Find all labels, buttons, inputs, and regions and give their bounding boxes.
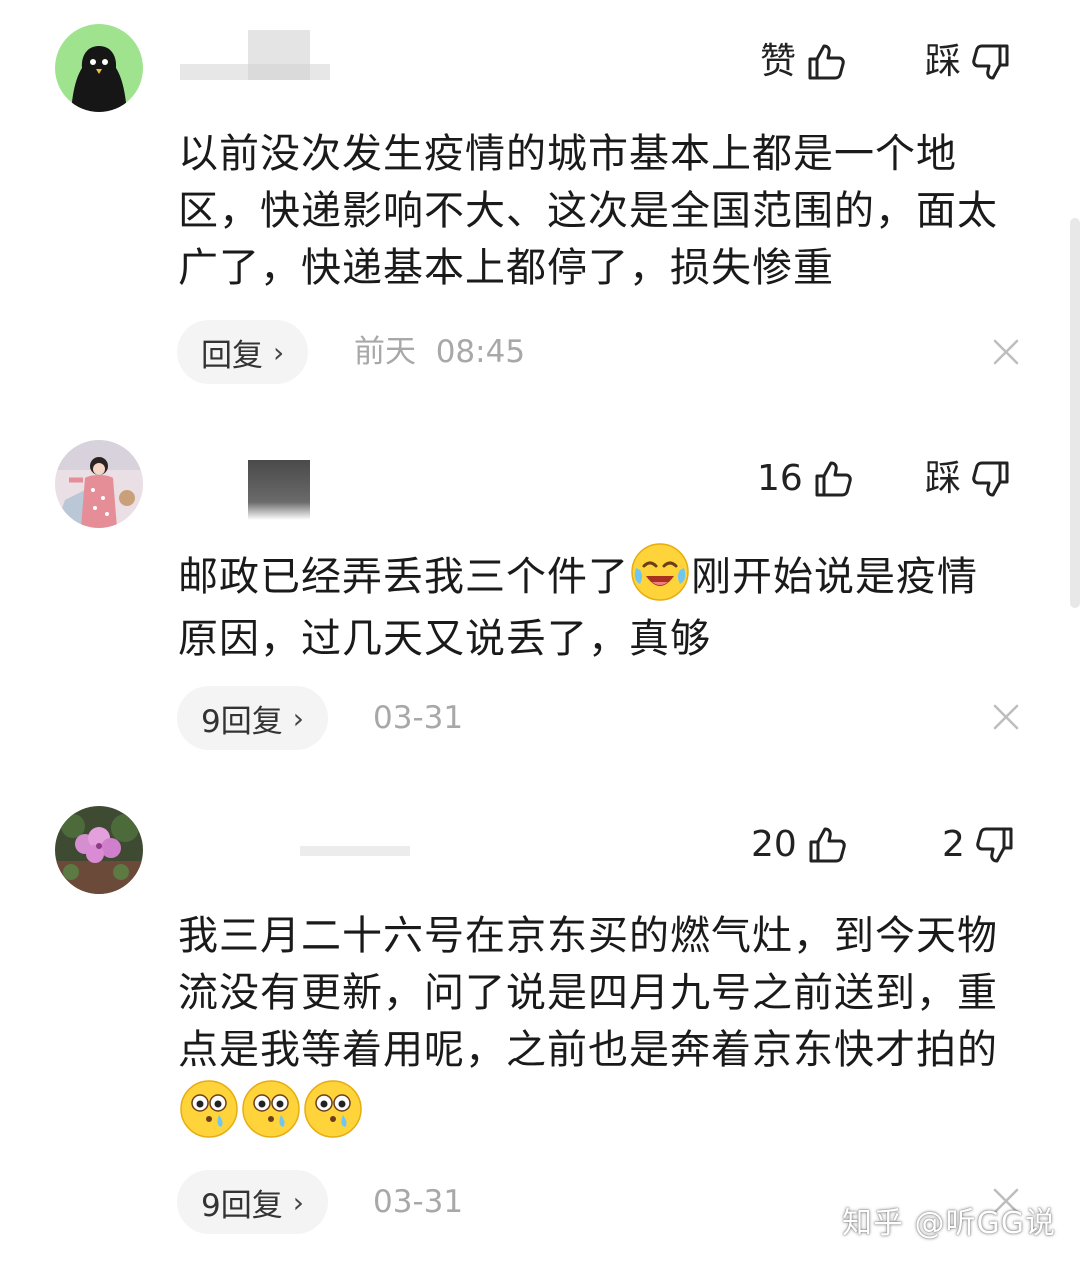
avatar[interactable]: [55, 806, 143, 894]
comment-time: 03-31: [373, 700, 464, 736]
watermark: 知乎 @听GG说: [842, 1206, 1057, 1241]
thumbs-up-icon: [808, 44, 845, 80]
thumbs-down-icon: [972, 461, 1009, 497]
dislike-button[interactable]: 踩: [925, 42, 1011, 82]
thumbs-up-icon: [809, 827, 846, 863]
reply-button[interactable]: 回复 ›: [177, 320, 309, 384]
like-button[interactable]: 赞: [760, 42, 846, 82]
close-icon[interactable]: [993, 339, 1019, 365]
sad-face-emoji-icon: [242, 1080, 300, 1138]
avatar[interactable]: [55, 440, 143, 528]
chevron-right-icon: ›: [273, 335, 285, 369]
username-redacted: [180, 30, 380, 86]
comment-time: 03-31: [373, 1184, 464, 1220]
reply-button[interactable]: 9回复 ›: [177, 686, 328, 750]
chevron-right-icon: ›: [292, 701, 304, 735]
dislike-count: 2: [942, 824, 965, 865]
comment-text: 邮政已经弄丢我三个件了 刚开始说是疫情原因，过几天又说丢了，真够: [178, 542, 1008, 670]
penguin-avatar-icon: [55, 24, 143, 112]
dislike-label: 踩: [925, 41, 962, 82]
thumbs-down-icon: [972, 44, 1009, 80]
flower-avatar-icon: [55, 806, 143, 894]
reply-label: 回复: [201, 337, 263, 374]
thumbs-up-icon: [815, 461, 852, 497]
sad-face-emoji-icon: [304, 1080, 362, 1138]
scrollbar[interactable]: [1070, 218, 1080, 608]
reply-label: 9回复: [201, 1187, 283, 1224]
reply-button[interactable]: 9回复 ›: [177, 1170, 328, 1234]
reply-label: 9回复: [201, 703, 283, 740]
like-count: 20: [751, 824, 797, 865]
like-label: 赞: [760, 41, 797, 82]
chevron-right-icon: ›: [292, 1185, 304, 1219]
close-icon[interactable]: [993, 704, 1019, 730]
comment-text: 我三月二十六号在京东买的燃气灶，到今天物流没有更新，问了说是四月九号之前送到，重…: [178, 908, 1028, 1143]
like-count: 16: [757, 458, 803, 499]
like-button[interactable]: 16: [757, 459, 853, 499]
avatar[interactable]: [55, 24, 143, 112]
comment-text-main: 我三月二十六号在京东买的燃气灶，到今天物流没有更新，问了说是四月九号之前送到，重…: [178, 913, 998, 1073]
crying-laughing-emoji-icon: [631, 543, 689, 601]
dislike-button[interactable]: 踩: [925, 459, 1011, 499]
girl-avatar-icon: [55, 440, 143, 528]
comment-time: 前天 08:45: [354, 334, 526, 370]
comment-text: 以前没次发生疫情的城市基本上都是一个地区，快递影响不大、这次是全国范围的，面太广…: [178, 131, 998, 291]
thumbs-down-icon: [976, 827, 1013, 863]
dislike-button[interactable]: 2: [942, 825, 1015, 865]
dislike-label: 踩: [925, 458, 962, 499]
like-button[interactable]: 20: [751, 825, 847, 865]
username-redacted: [180, 460, 380, 520]
comment-text-part-1: 邮政已经弄丢我三个件了: [178, 554, 629, 600]
sad-face-emoji-icon: [180, 1080, 238, 1138]
username-redacted: [180, 826, 410, 882]
